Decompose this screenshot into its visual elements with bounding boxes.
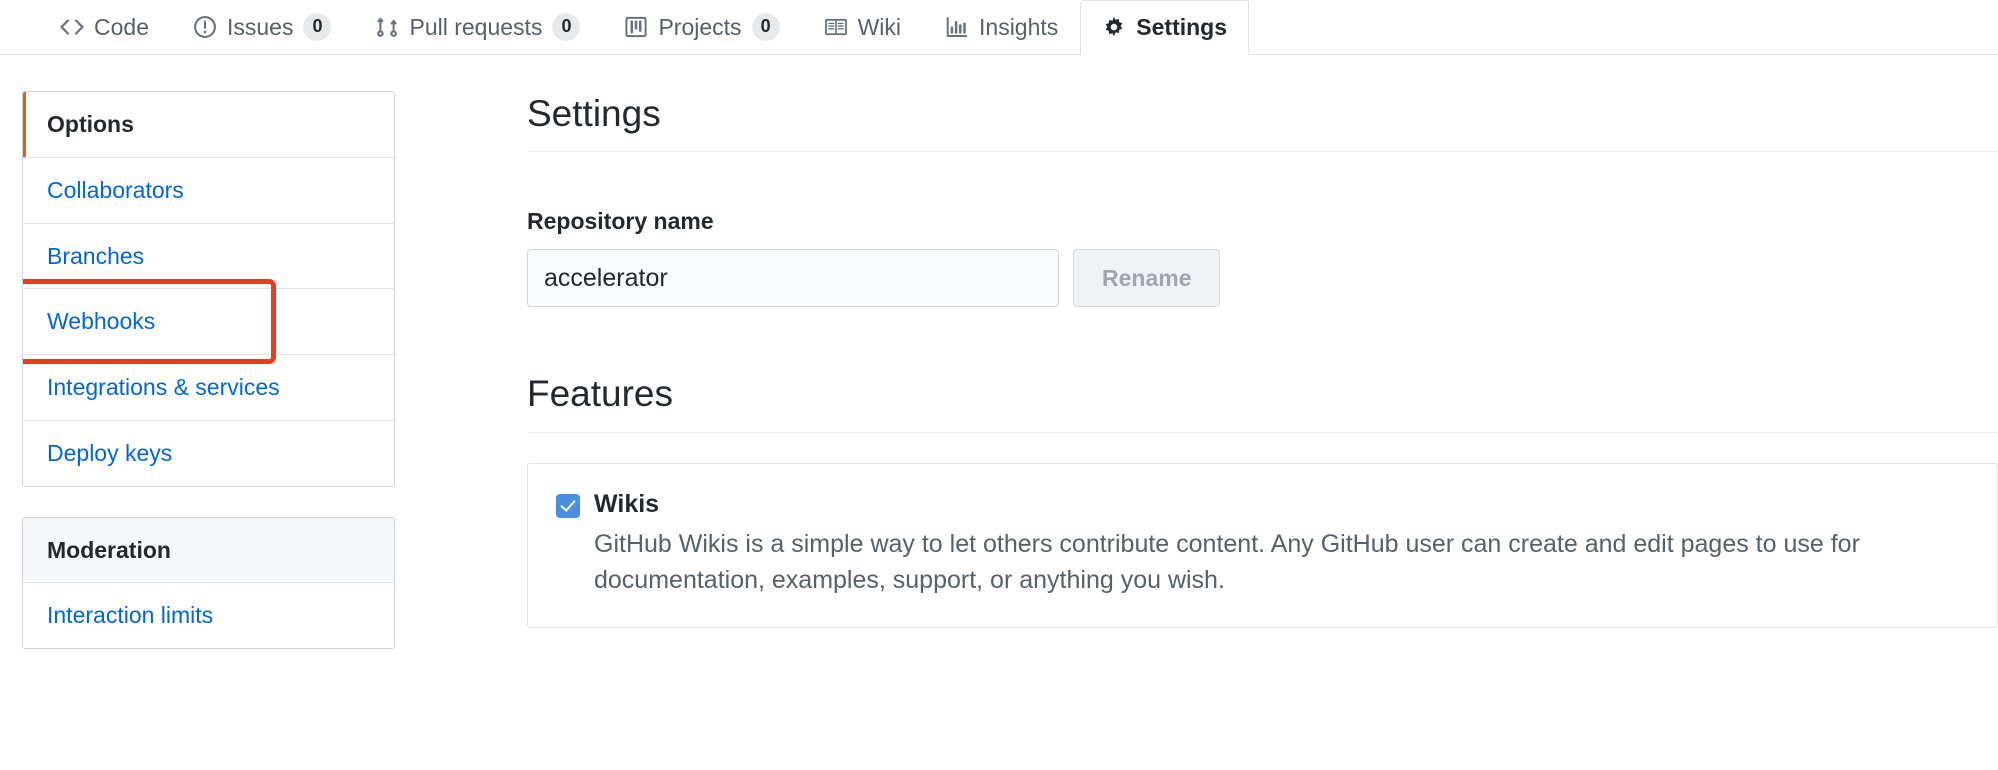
tab-issues-count: 0 — [303, 13, 332, 41]
sidebar-item-integrations-services[interactable]: Integrations & services — [23, 355, 394, 421]
tab-issues[interactable]: Issues 0 — [171, 0, 354, 54]
repository-nav-tabs: Code Issues 0 Pull requests 0 Projects 0… — [0, 0, 1998, 55]
tab-issues-label: Issues — [226, 13, 294, 40]
code-icon — [60, 15, 84, 39]
tab-projects[interactable]: Projects 0 — [602, 0, 801, 54]
gear-icon — [1102, 16, 1126, 40]
sidebar-item-webhooks[interactable]: Webhooks — [23, 279, 394, 364]
features-card: Wikis GitHub Wikis is a simple way to le… — [527, 462, 1998, 628]
rename-button[interactable]: Rename — [1073, 249, 1221, 308]
tab-wiki-label: Wiki — [857, 13, 902, 40]
wikis-description: GitHub Wikis is a simple way to let othe… — [594, 530, 1860, 595]
repository-name-row: Rename — [527, 249, 1998, 308]
tab-insights-label: Insights — [979, 13, 1059, 40]
sidebar-menu-moderation: Moderation Interaction limits — [22, 516, 395, 649]
issue-icon — [193, 15, 217, 39]
tab-insights[interactable]: Insights — [923, 0, 1080, 54]
project-icon — [624, 15, 648, 39]
sidebar-item-interaction-limits[interactable]: Interaction limits — [23, 583, 394, 648]
sidebar-item-branches[interactable]: Branches — [23, 223, 394, 290]
tab-projects-count: 0 — [751, 13, 780, 41]
sidebar-item-collaborators[interactable]: Collaborators — [23, 157, 394, 224]
tab-pull-requests[interactable]: Pull requests 0 — [353, 0, 602, 54]
features-title: Features — [527, 371, 1998, 433]
book-icon — [824, 15, 848, 39]
sidebar-menu-options: Options Collaborators Branches Webhooks … — [22, 91, 395, 487]
wikis-label[interactable]: Wikis — [594, 488, 1969, 521]
settings-page: Options Collaborators Branches Webhooks … — [0, 55, 1998, 649]
repository-name-label: Repository name — [527, 208, 714, 235]
tab-pull-requests-count: 0 — [552, 13, 581, 41]
wikis-texts: Wikis GitHub Wikis is a simple way to le… — [594, 488, 1969, 599]
settings-content: Settings Repository name Rename Features… — [395, 91, 1998, 649]
wikis-checkbox[interactable] — [556, 493, 580, 518]
tab-code[interactable]: Code — [38, 0, 171, 54]
tab-settings-label: Settings — [1136, 14, 1228, 40]
graph-icon — [945, 15, 969, 39]
tab-code-label: Code — [94, 13, 149, 40]
sidebar-item-deploy-keys[interactable]: Deploy keys — [23, 420, 394, 486]
sidebar-heading-moderation: Moderation — [23, 517, 394, 584]
git-pull-icon — [375, 15, 399, 39]
tab-settings[interactable]: Settings — [1080, 0, 1250, 55]
repository-name-input[interactable] — [527, 249, 1059, 308]
repository-name-block: Repository name Rename — [527, 208, 1998, 308]
feature-row-wikis: Wikis GitHub Wikis is a simple way to le… — [556, 488, 1969, 599]
tab-projects-label: Projects — [658, 13, 742, 40]
tab-wiki[interactable]: Wiki — [802, 0, 923, 54]
tab-pull-requests-label: Pull requests — [409, 13, 543, 40]
page-title: Settings — [527, 91, 1998, 153]
settings-sidebar: Options Collaborators Branches Webhooks … — [22, 91, 395, 649]
sidebar-heading-options: Options — [23, 92, 394, 158]
